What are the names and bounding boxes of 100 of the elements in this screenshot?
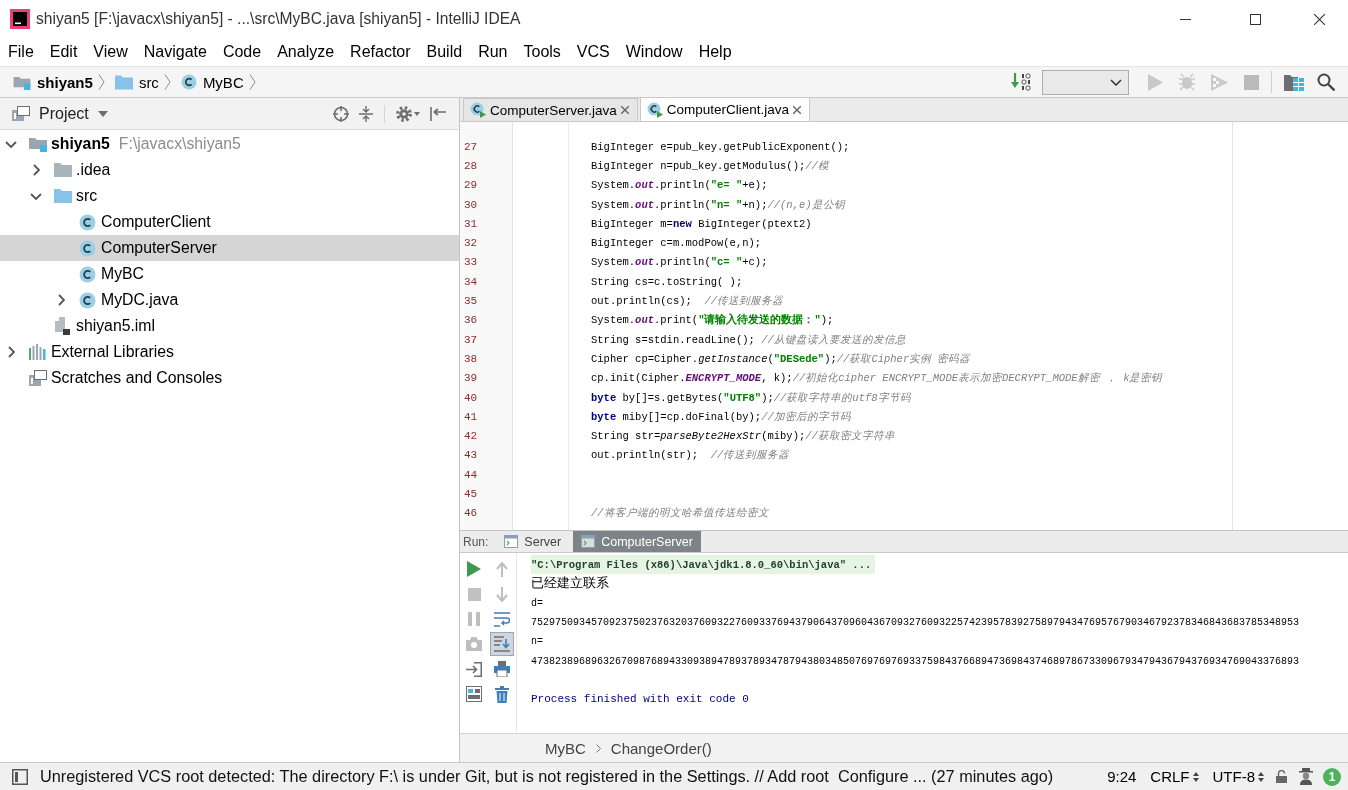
menu-item[interactable]: File xyxy=(0,40,42,64)
tree-item[interactable]: Scratches and Consoles xyxy=(0,365,459,391)
line-number: 33 xyxy=(463,256,478,269)
line-number: 27 xyxy=(463,140,478,153)
encoding-selector[interactable]: UTF-8 xyxy=(1212,768,1264,785)
code-line: BigInteger m=new BigInteger(ptext2) xyxy=(591,217,812,230)
module-folder-icon xyxy=(13,74,31,90)
search-icon xyxy=(1317,73,1335,91)
menu-item[interactable]: Code xyxy=(214,40,270,64)
close-icon[interactable] xyxy=(793,105,802,114)
code-line: cp.init(Cipher.ENCRYPT_MODE, k);//初始化cipher ENCRYPT_MODE表示加密DECRYPT_MODE解密 ， k是密钥 xyxy=(591,371,1163,386)
menu-item[interactable]: Build xyxy=(418,40,471,64)
status-message[interactable]: Unregistered VCS root detected: The directory F:\ is under Git, but is not registered in the Settings. // Add root Configure ... (27 minutes ago) xyxy=(40,767,1054,786)
code-line: String s=stdin.readLine(); //从键盘读入要发送的发信息 xyxy=(591,332,906,347)
code-line: byte miby[]=cp.doFinal(by);//加密后的字节码 xyxy=(591,409,851,424)
tree-item[interactable]: ComputerClient xyxy=(0,209,459,235)
chevron-icon[interactable] xyxy=(32,164,40,176)
menu-item[interactable]: Refactor xyxy=(342,40,419,64)
project-view-selector[interactable]: Project xyxy=(12,104,108,123)
chevron-icon[interactable] xyxy=(30,192,42,200)
breadcrumb-item[interactable]: MyBC xyxy=(178,71,246,93)
chevron-icon[interactable] xyxy=(57,294,65,306)
checkered-play-icon xyxy=(1210,73,1228,91)
menu-item[interactable]: Help xyxy=(690,40,740,64)
gear-icon xyxy=(396,105,412,122)
code-line: System.out.println("c= "+c); xyxy=(591,256,768,269)
library-bars-icon xyxy=(28,344,47,360)
menu-item[interactable]: Tools xyxy=(515,40,569,64)
breadcrumb-item[interactable]: MyBC xyxy=(545,739,586,757)
chevron-icon xyxy=(595,743,601,753)
line-number: 36 xyxy=(463,314,478,327)
tree-item[interactable]: MyBC xyxy=(0,261,459,287)
lock-icon[interactable] xyxy=(1276,770,1287,783)
menu-item[interactable]: Navigate xyxy=(135,40,215,64)
trash-icon xyxy=(495,685,509,703)
camera-icon xyxy=(466,637,482,651)
up-down-icon xyxy=(1258,771,1264,782)
menu-item[interactable]: VCS xyxy=(568,40,618,64)
menu-item[interactable]: Analyze xyxy=(269,40,343,64)
tree-item[interactable]: shiyan5 F:\javacx\shiyan5 xyxy=(0,131,459,157)
code-line: String str=parseByte2HexStr(miby);//获取密文字符串 xyxy=(591,429,895,444)
menu-item[interactable]: Edit xyxy=(41,40,86,64)
printer-icon xyxy=(494,661,510,677)
close-icon[interactable] xyxy=(620,106,629,114)
tree-item[interactable]: src xyxy=(0,183,459,209)
line-number: 44 xyxy=(463,468,478,481)
maximize-icon xyxy=(1249,13,1261,25)
line-separator-selector[interactable]: CRLF xyxy=(1150,768,1199,785)
line-number: 31 xyxy=(463,217,478,230)
line-number: 40 xyxy=(463,391,478,404)
line-number: 43 xyxy=(463,449,478,462)
line-number: 30 xyxy=(463,198,478,211)
code-line: System.out.println("n= "+n);//(n,e)是公钥 xyxy=(591,197,845,212)
pause-icon xyxy=(468,612,480,626)
console-icon xyxy=(581,535,596,548)
line-number: 34 xyxy=(463,275,478,288)
scroll-to-end-button[interactable] xyxy=(490,632,514,656)
class-icon xyxy=(79,213,96,231)
console-output: n= xyxy=(531,635,543,650)
square-icon[interactable] xyxy=(12,768,28,785)
play-icon xyxy=(1147,73,1163,91)
breadcrumb-item[interactable]: src xyxy=(112,71,161,93)
code-line: String cs=c.toString( ); xyxy=(591,275,743,288)
window-title: shiyan5 [F:\javacx\shiyan5] - ...\src\MyBC.java [shiyan5] - IntelliJ IDEA xyxy=(36,10,521,28)
bug-icon xyxy=(1178,73,1196,91)
line-number: 41 xyxy=(463,410,478,423)
chevron-icon[interactable] xyxy=(7,346,15,358)
line-number: 45 xyxy=(463,488,478,500)
file-icon xyxy=(55,317,70,335)
run-tab[interactable]: ComputerServer xyxy=(573,531,701,552)
console-exit-message: Process finished with exit code 0 xyxy=(531,692,749,708)
tree-item[interactable]: shiyan5.iml xyxy=(0,313,459,339)
chevron-icon xyxy=(163,74,171,90)
runnable-class-icon xyxy=(646,101,663,118)
arrow-into-box-icon xyxy=(466,661,482,677)
scratch-window-icon xyxy=(28,370,47,386)
chevron-icon[interactable] xyxy=(5,140,17,148)
breadcrumb-item[interactable]: ChangeOrder() xyxy=(610,739,712,757)
caret-position[interactable]: 9:24 xyxy=(1107,768,1137,785)
menu-item[interactable]: Window xyxy=(617,40,691,64)
caret-icon xyxy=(414,111,420,116)
run-panel-label: Run: xyxy=(462,533,490,551)
tree-item[interactable]: MyDC.java xyxy=(0,287,459,313)
editor-tab[interactable]: ComputerClient.java xyxy=(639,97,811,121)
tree-item[interactable]: External Libraries xyxy=(0,339,459,365)
menu-item[interactable]: Run xyxy=(470,40,516,64)
line-number: 46 xyxy=(463,507,478,520)
run-tab[interactable]: Server xyxy=(496,531,570,552)
tree-item[interactable]: ComputerServer xyxy=(0,235,459,261)
tree-item[interactable]: .idea xyxy=(0,157,459,183)
app-logo-icon xyxy=(10,9,30,29)
module-path: F:\javacx\shiyan5 xyxy=(118,135,241,153)
console-output: 75297509345709237502376320376093227609337694379064370960436709327609322574239578392758979434769576790346792378346843683785348953 xyxy=(531,616,1300,631)
person-icon[interactable] xyxy=(1299,768,1313,785)
editor-tab[interactable]: ComputerServer.java xyxy=(463,98,638,121)
class-icon xyxy=(79,239,96,257)
code-line: System.out.print("请输入待发送的数据："); xyxy=(591,313,834,328)
menu-item[interactable]: View xyxy=(85,40,136,64)
stop-icon xyxy=(467,587,481,601)
breadcrumb-item[interactable]: shiyan5 xyxy=(11,71,95,93)
